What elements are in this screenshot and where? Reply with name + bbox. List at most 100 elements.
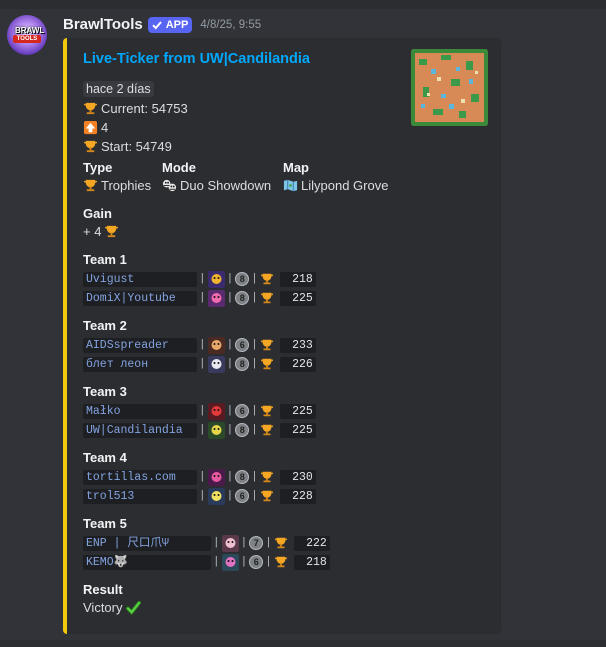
trophy-icon — [274, 556, 287, 568]
relative-time: hace 2 días — [83, 81, 154, 97]
avatar[interactable]: BRAWL TOOLS — [7, 15, 47, 55]
separator: | — [251, 405, 258, 417]
player-row: trol513 | | 6 | 228 — [83, 487, 316, 505]
bottom-divider — [0, 640, 606, 647]
separator: | — [199, 358, 206, 370]
trophy-icon — [83, 179, 98, 192]
brawler-icon — [207, 487, 225, 505]
separator: | — [199, 405, 206, 417]
field-mode: Mode Duo Showdown — [162, 160, 271, 193]
separator: | — [251, 471, 258, 483]
brawler-icon — [207, 421, 225, 439]
timestamp[interactable]: 4/8/25, 9:55 — [200, 19, 261, 31]
player-trophies: 222 — [293, 535, 330, 551]
embed-card: Live-Ticker from UW|Candilandia hace 2 d… — [63, 38, 501, 634]
map-thumbnail[interactable] — [411, 49, 488, 126]
player-trophies: 228 — [279, 488, 316, 504]
brawler-icon — [207, 270, 225, 288]
trophy-icon — [260, 424, 273, 436]
field-result-value: Victory — [83, 600, 123, 615]
power-level-badge: 6 — [249, 555, 264, 569]
field-map-value: Lilypond Grove — [301, 178, 389, 193]
brawler-icon — [207, 468, 225, 486]
trophy-icon — [105, 225, 119, 238]
field-gain-value: + 4 — [83, 224, 102, 239]
player-name: KEMO🐺 — [83, 554, 211, 570]
field-type: Type Trophies — [83, 160, 151, 193]
team-header: Team 5 — [83, 516, 127, 531]
app-badge: APP — [147, 16, 193, 33]
field-gain: Gain + 4 — [83, 206, 119, 239]
brawler-icon — [221, 553, 239, 571]
power-level-badge: 8 — [235, 470, 250, 484]
field-type-value: Trophies — [101, 178, 152, 193]
player-name: Uvigust — [83, 271, 197, 287]
separator: | — [226, 273, 234, 285]
separator: | — [199, 471, 206, 483]
avatar-logo-top: BRAWL — [15, 26, 45, 35]
player-row: UW|Candilandia | | 8 | 225 — [83, 421, 316, 439]
trophy-icon — [83, 140, 98, 153]
username[interactable]: BrawlTools — [63, 16, 143, 33]
brawler-icon — [207, 289, 225, 307]
player-trophies: 225 — [279, 422, 316, 438]
trophy-icon — [260, 292, 273, 304]
duo-showdown-icon — [162, 179, 177, 192]
verified-check-icon — [152, 20, 162, 29]
separator: | — [226, 405, 234, 417]
trophy-icon — [260, 358, 273, 370]
trophy-icon — [260, 405, 273, 417]
current-trophies: Current: 54753 — [101, 101, 188, 116]
separator: | — [265, 556, 272, 568]
brawler-icon — [221, 534, 239, 552]
trophy-icon — [260, 471, 273, 483]
power-level-badge: 8 — [235, 272, 250, 286]
separator: | — [199, 292, 206, 304]
power-level-badge: 6 — [235, 338, 250, 352]
separator: | — [240, 537, 248, 549]
arrow-up-icon — [83, 120, 98, 135]
brawler-icon — [207, 336, 225, 354]
team-header: Team 3 — [83, 384, 127, 399]
separator: | — [251, 490, 258, 502]
field-type-name: Type — [83, 160, 113, 175]
separator: | — [226, 490, 234, 502]
map-icon — [283, 179, 298, 192]
field-result: Result Victory — [83, 582, 141, 615]
app-badge-label: APP — [165, 18, 189, 31]
power-level-badge: 8 — [235, 357, 250, 371]
player-trophies: 225 — [279, 290, 316, 306]
player-name: Małko — [83, 403, 197, 419]
team-header: Team 2 — [83, 318, 127, 333]
field-mode-value: Duo Showdown — [180, 178, 272, 193]
player-trophies: 230 — [279, 469, 316, 485]
player-name: tortillas.com — [83, 469, 197, 485]
player-row: AIDSspreader | | 6 | 233 — [83, 336, 316, 354]
field-gain-value-row: + 4 — [83, 224, 119, 239]
separator: | — [226, 292, 234, 304]
check-mark-icon — [125, 600, 141, 615]
player-row: tortillas.com | | 8 | 230 — [83, 468, 316, 486]
embed-description: hace 2 días Current: 54753 4 Start: 5474… — [83, 79, 188, 156]
separator: | — [199, 273, 206, 285]
field-map-value-row: Lilypond Grove — [283, 178, 388, 193]
separator: | — [226, 358, 234, 370]
separator: | — [251, 339, 258, 351]
trophy-icon — [83, 102, 98, 115]
trophy-icon — [260, 273, 273, 285]
player-row: ENP | 尺口爪Ψ | | 7 | 222 — [83, 534, 330, 552]
separator: | — [199, 490, 206, 502]
player-row: Małko | | 6 | 225 — [83, 402, 316, 420]
team-header: Team 4 — [83, 450, 127, 465]
separator: | — [226, 339, 234, 351]
team-header: Team 1 — [83, 252, 127, 267]
power-level-badge: 8 — [235, 291, 250, 305]
field-result-name: Result — [83, 582, 123, 597]
player-name: trol513 — [83, 488, 197, 504]
trophy-icon — [260, 339, 273, 351]
separator: | — [213, 556, 220, 568]
embed-title-link[interactable]: Live-Ticker from UW|Candilandia — [83, 51, 310, 67]
player-trophies: 225 — [279, 403, 316, 419]
separator: | — [213, 537, 220, 549]
player-row: блет леон | | 8 | 226 — [83, 355, 316, 373]
